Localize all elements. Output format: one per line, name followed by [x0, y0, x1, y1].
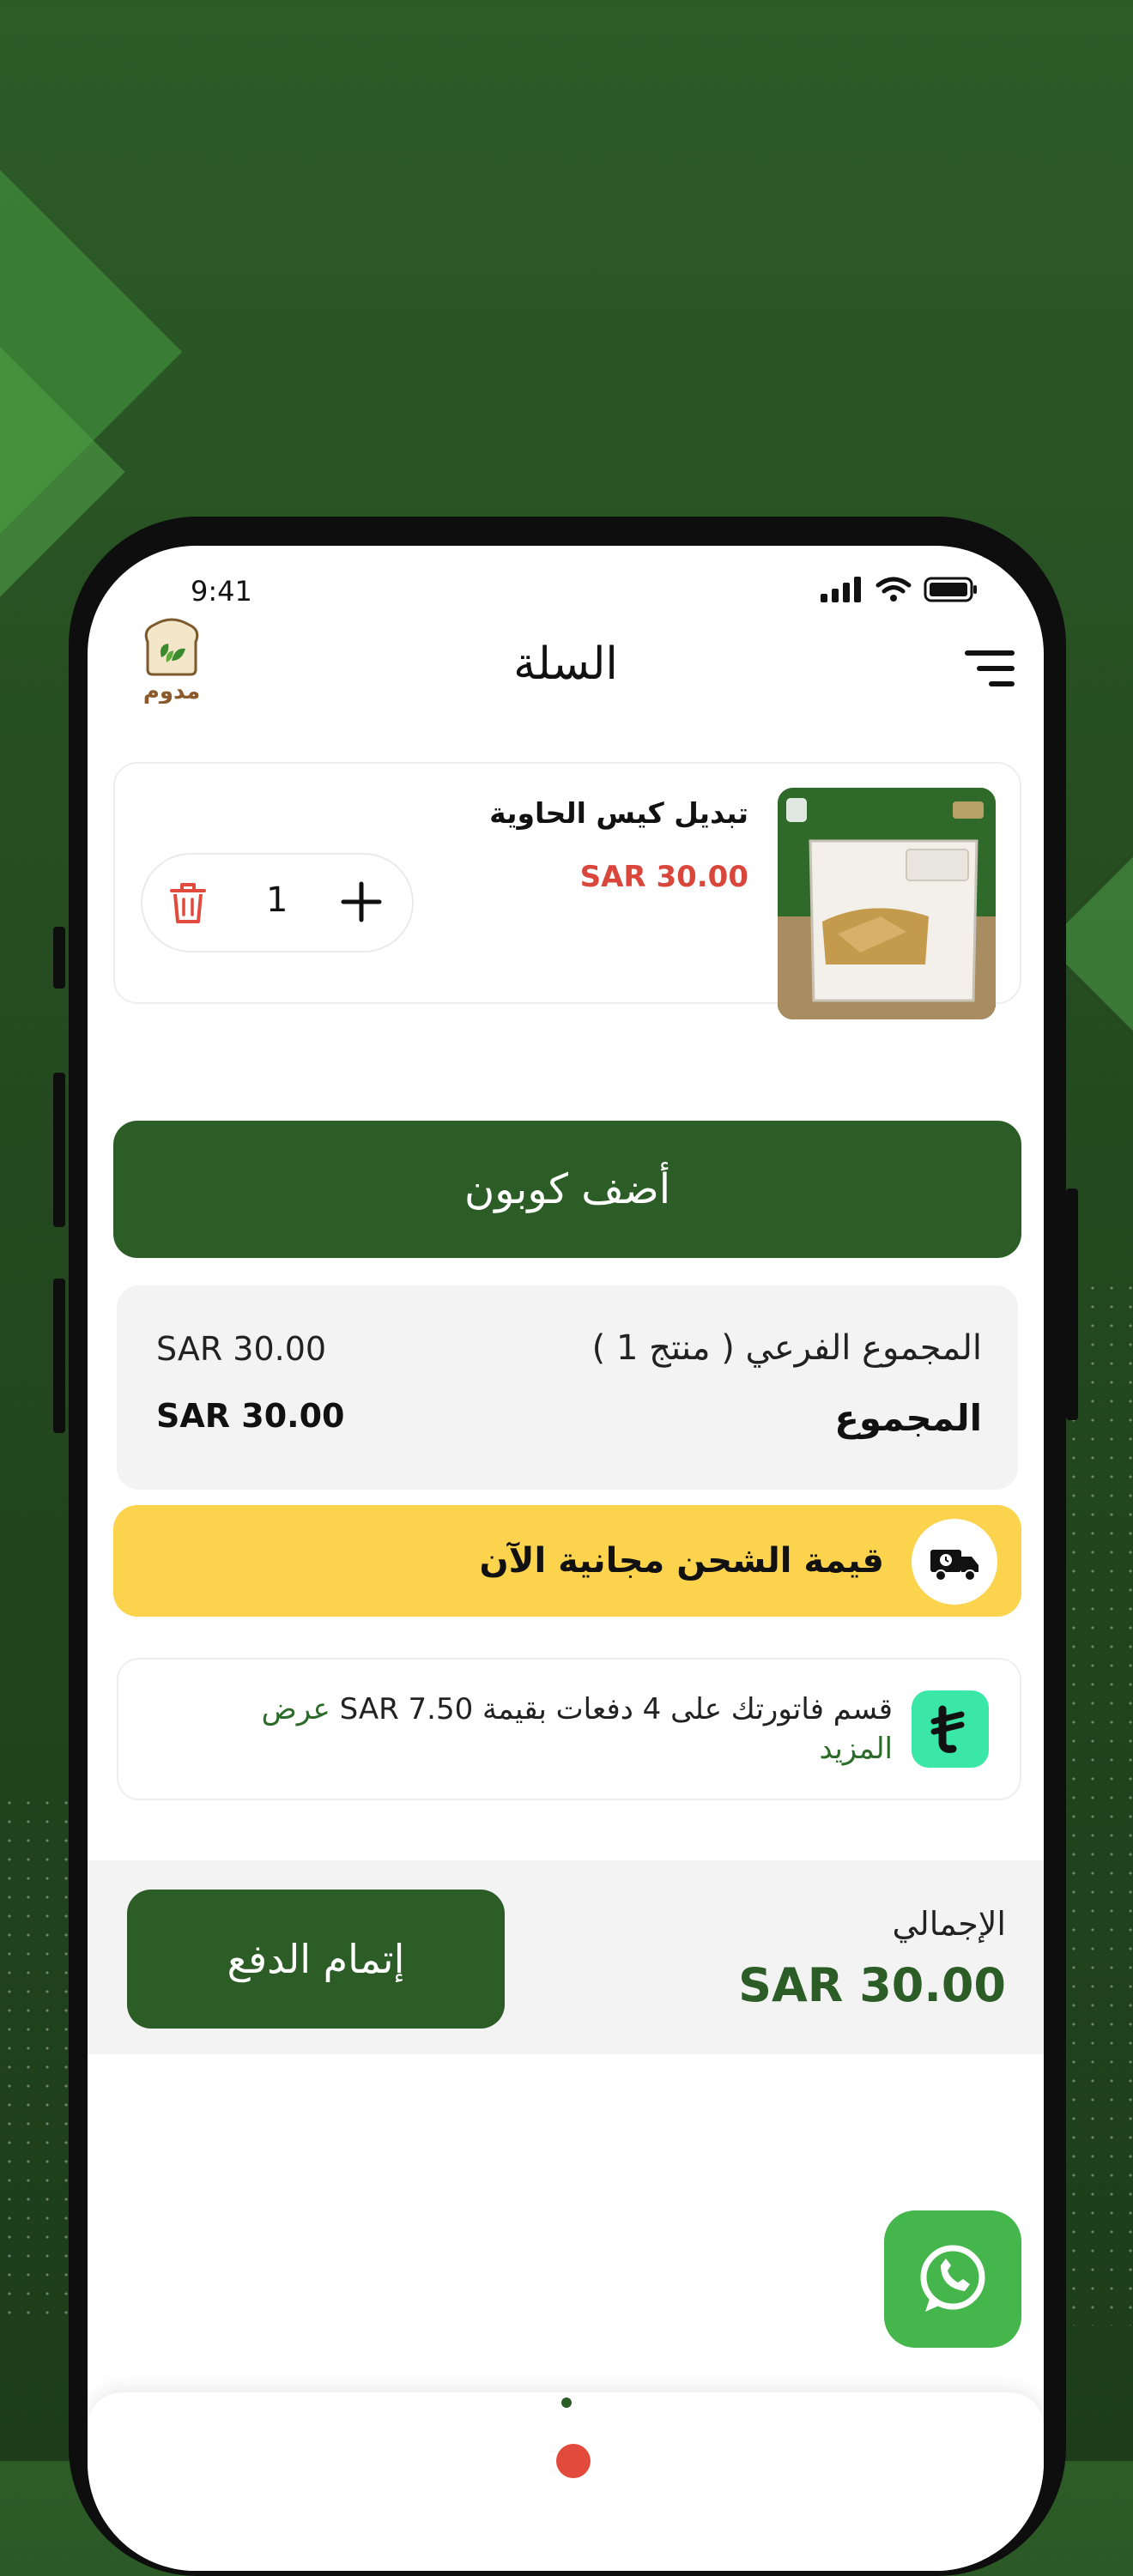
order-summary: المجموع الفرعي ( منتج 1 ) SAR 30.00 المج…: [117, 1285, 1018, 1490]
grand-total-value: SAR 30.00: [738, 1958, 1006, 2012]
background-dots: [0, 1793, 69, 2325]
battery-icon: [924, 577, 977, 602]
app-screen: 9:41 مدوم السلة تبديل كيس الحاوية SAR 30…: [88, 546, 1044, 2571]
nav-active-indicator: [561, 2398, 572, 2408]
phone-side-button: [1066, 1188, 1078, 1420]
wifi-icon: [876, 577, 912, 602]
installments-card[interactable]: قسم فاتورتك على 4 دفعات بقيمة SAR 7.50 ع…: [117, 1658, 1021, 1800]
bottom-navigation: [88, 2392, 1044, 2571]
phone-side-button: [53, 927, 65, 989]
menu-icon[interactable]: [963, 647, 1016, 690]
status-icons: [821, 577, 978, 602]
subtotal-label: المجموع الفرعي ( منتج 1 ): [591, 1328, 982, 1368]
free-shipping-banner: قيمة الشحن مجانية الآن: [113, 1505, 1021, 1617]
page-title: السلة: [513, 638, 618, 690]
checkout-button[interactable]: إتمام الدفع: [127, 1890, 505, 2029]
product-name[interactable]: تبديل كيس الحاوية: [489, 796, 748, 830]
product-image[interactable]: [778, 788, 996, 1019]
checkout-bar: إتمام الدفع الإجمالي SAR 30.00: [88, 1860, 1044, 2054]
delivery-truck-icon: [930, 1550, 978, 1581]
whatsapp-button[interactable]: [884, 2210, 1021, 2348]
subtotal-value: SAR 30.00: [156, 1330, 327, 1368]
tabby-icon: [912, 1690, 989, 1768]
background-dots: [1064, 1279, 1133, 2325]
free-shipping-text: قيمة الشحن مجانية الآن: [479, 1541, 884, 1581]
phone-side-button: [53, 1279, 65, 1433]
total-value: SAR 30.00: [156, 1397, 345, 1435]
installments-description: قسم فاتورتك على 4 دفعات بقيمة SAR 7.50: [339, 1692, 893, 1726]
signal-icon: [821, 577, 861, 602]
cart-item-card: تبديل كيس الحاوية SAR 30.00 1: [113, 762, 1021, 1019]
trash-icon[interactable]: [168, 880, 208, 925]
whatsapp-icon: [920, 2245, 985, 2312]
installments-text: قسم فاتورتك على 4 دفعات بقيمة SAR 7.50 ع…: [189, 1690, 893, 1769]
quantity-value: 1: [266, 880, 288, 920]
total-label: المجموع: [834, 1397, 982, 1439]
plus-icon[interactable]: [338, 879, 385, 925]
grand-total-label: الإجمالي: [892, 1905, 1006, 1943]
quantity-stepper: 1: [141, 853, 414, 952]
product-price: SAR 30.00: [579, 860, 748, 894]
shipping-icon-circle: [912, 1519, 997, 1605]
status-time: 9:41: [191, 575, 252, 608]
add-coupon-button[interactable]: أضف كوبون: [113, 1121, 1021, 1258]
phone-side-button: [53, 1073, 65, 1227]
cart-badge[interactable]: [556, 2444, 591, 2478]
